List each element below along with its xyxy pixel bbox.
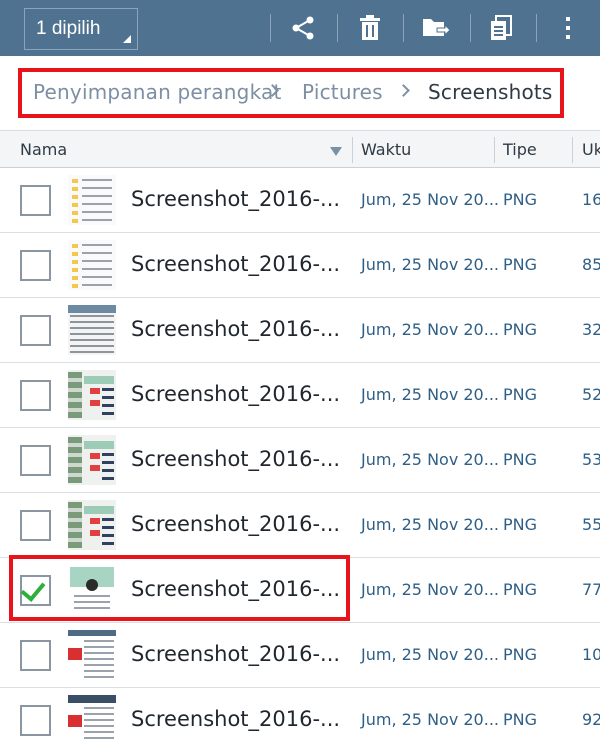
toolbar-divider	[470, 14, 471, 42]
file-time: Jum, 25 Nov 20...	[361, 255, 499, 274]
file-type: PNG	[503, 580, 538, 599]
file-row[interactable]: Screenshot_2016-... Jum, 25 Nov 20... PNG 1…	[0, 168, 600, 233]
file-time: Jum, 25 Nov 20...	[361, 385, 499, 404]
file-time: Jum, 25 Nov 20...	[361, 320, 499, 339]
file-size: 32	[582, 320, 600, 339]
file-size: 85	[582, 255, 600, 274]
file-size: 10	[582, 645, 600, 664]
file-size: 52	[582, 385, 600, 404]
file-name: Screenshot_2016-...	[131, 512, 341, 536]
row-checkbox[interactable]	[20, 510, 51, 541]
file-time: Jum, 25 Nov 20...	[361, 645, 499, 664]
column-size[interactable]: Uk	[582, 140, 600, 159]
row-checkbox[interactable]	[20, 575, 51, 606]
column-time[interactable]: Waktu	[361, 140, 411, 159]
share-button[interactable]	[285, 10, 321, 46]
file-type: PNG	[503, 710, 538, 729]
column-divider[interactable]	[572, 137, 573, 163]
file-size: 92	[582, 710, 600, 729]
trash-icon	[360, 15, 380, 40]
file-thumbnail	[68, 500, 116, 550]
file-row[interactable]: Screenshot_2016-... Jum, 25 Nov 20... PNG 5…	[0, 493, 600, 558]
file-row[interactable]: Screenshot_2016-... Jum, 25 Nov 20... PNG 3…	[0, 298, 600, 363]
more-vert-icon	[566, 17, 570, 39]
row-checkbox[interactable]	[20, 445, 51, 476]
file-time: Jum, 25 Nov 20...	[361, 515, 499, 534]
file-thumbnail	[68, 240, 116, 290]
toolbar-divider	[403, 14, 404, 42]
file-name: Screenshot_2016-...	[131, 642, 341, 666]
row-checkbox[interactable]	[20, 185, 51, 216]
file-time: Jum, 25 Nov 20...	[361, 580, 499, 599]
selection-count-dropdown[interactable]: 1 dipilih	[24, 8, 138, 50]
share-icon	[292, 16, 314, 40]
breadcrumb-highlight-box	[18, 68, 564, 118]
file-time: Jum, 25 Nov 20...	[361, 190, 499, 209]
action-bar: 1 dipilih	[0, 0, 600, 56]
more-options-button[interactable]	[550, 10, 586, 46]
file-type: PNG	[503, 385, 538, 404]
toolbar-divider	[337, 14, 338, 42]
file-size: 77	[582, 580, 600, 599]
file-time: Jum, 25 Nov 20...	[361, 450, 499, 469]
file-thumbnail	[68, 630, 116, 680]
file-row[interactable]: Screenshot_2016-... Jum, 25 Nov 20... PNG 5…	[0, 363, 600, 428]
file-name: Screenshot_2016-...	[131, 577, 341, 601]
move-folder-icon	[423, 19, 450, 37]
toolbar-divider	[536, 14, 537, 42]
file-thumbnail	[68, 565, 116, 615]
file-type: PNG	[503, 320, 538, 339]
checkmark-icon	[20, 576, 46, 602]
column-type[interactable]: Tipe	[503, 140, 537, 159]
file-row[interactable]: Screenshot_2016-... Jum, 25 Nov 20... PNG 5…	[0, 428, 600, 493]
file-thumbnail	[68, 175, 116, 225]
file-type: PNG	[503, 515, 538, 534]
column-divider[interactable]	[352, 137, 353, 163]
file-size: 55	[582, 515, 600, 534]
file-thumbnail	[68, 305, 116, 355]
file-row[interactable]: Screenshot_2016-... Jum, 25 Nov 20... PNG 7…	[0, 558, 600, 623]
file-name: Screenshot_2016-...	[131, 252, 341, 276]
file-size: 16	[582, 190, 600, 209]
file-row[interactable]: Screenshot_2016-... Jum, 25 Nov 20... PNG 8…	[0, 233, 600, 298]
file-size: 53	[582, 450, 600, 469]
copy-icon	[491, 15, 512, 40]
sort-desc-icon[interactable]	[330, 147, 342, 156]
dropdown-corner-icon	[123, 35, 131, 43]
file-thumbnail	[68, 695, 116, 745]
selection-count-label: 1 dipilih	[36, 18, 101, 39]
file-name: Screenshot_2016-...	[131, 447, 341, 471]
file-type: PNG	[503, 255, 538, 274]
file-type: PNG	[503, 450, 538, 469]
file-name: Screenshot_2016-...	[131, 707, 341, 731]
delete-button[interactable]	[352, 10, 388, 46]
file-name: Screenshot_2016-...	[131, 382, 341, 406]
breadcrumb: Penyimpanan perangkat Pictures Screensho…	[0, 56, 600, 130]
row-checkbox[interactable]	[20, 640, 51, 671]
copy-button[interactable]	[483, 10, 519, 46]
row-checkbox[interactable]	[20, 705, 51, 736]
row-checkbox[interactable]	[20, 250, 51, 281]
file-time: Jum, 25 Nov 20...	[361, 710, 499, 729]
file-thumbnail	[68, 435, 116, 485]
file-type: PNG	[503, 645, 538, 664]
file-row[interactable]: Screenshot_2016-... Jum, 25 Nov 20... PNG 9…	[0, 688, 600, 751]
move-button[interactable]	[418, 10, 454, 46]
file-row[interactable]: Screenshot_2016-... Jum, 25 Nov 20... PNG 1…	[0, 623, 600, 688]
file-type: PNG	[503, 190, 538, 209]
row-checkbox[interactable]	[20, 380, 51, 411]
column-name[interactable]: Nama	[20, 140, 67, 159]
file-name: Screenshot_2016-...	[131, 187, 341, 211]
column-divider[interactable]	[494, 137, 495, 163]
row-checkbox[interactable]	[20, 315, 51, 346]
file-thumbnail	[68, 370, 116, 420]
toolbar-divider	[270, 14, 271, 42]
column-header: Nama Waktu Tipe Uk	[0, 130, 600, 168]
file-name: Screenshot_2016-...	[131, 317, 341, 341]
